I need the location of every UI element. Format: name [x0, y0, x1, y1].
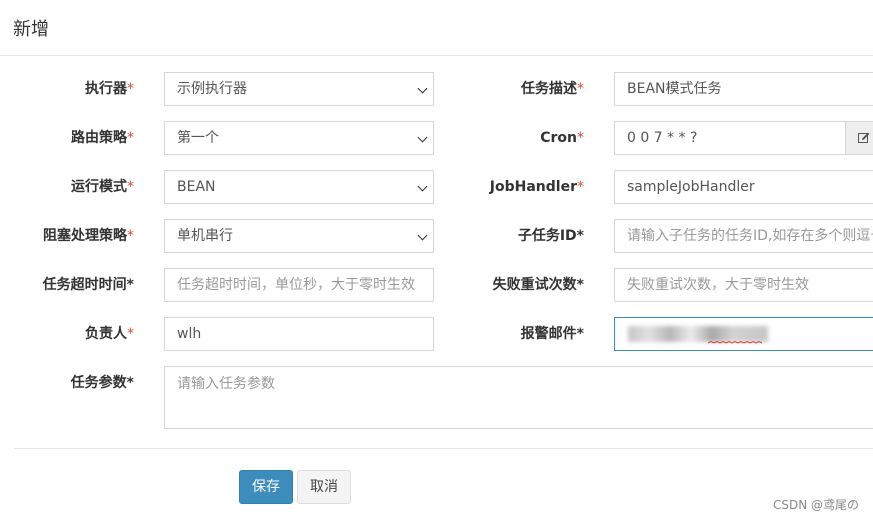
- executor-param-label: 任务参数*: [70, 375, 134, 391]
- cron-edit-button[interactable]: [846, 121, 873, 155]
- block-strategy-label: 阻塞处理策略*: [43, 228, 134, 244]
- glue-type-value: BEAN: [177, 179, 216, 195]
- block-strategy-select[interactable]: 单机串行: [164, 219, 434, 253]
- cron-input[interactable]: 0 0 7 * * ?: [614, 121, 846, 155]
- spellcheck-underline: [708, 341, 763, 344]
- timeout-input[interactable]: 任务超时时间，单位秒，大于零时生效: [164, 268, 434, 302]
- fail-retry-label: 失败重试次数*: [492, 277, 584, 293]
- fail-retry-placeholder: 失败重试次数，大于零时生效: [627, 277, 809, 293]
- child-job-id-input[interactable]: 请输入子任务的任务ID,如存在多个则逗号分隔: [614, 219, 873, 253]
- glue-type-label: 运行模式*: [71, 179, 134, 195]
- executor-select-value: 示例执行器: [177, 81, 247, 97]
- block-strategy-value: 单机串行: [177, 228, 233, 244]
- chevron-down-icon: [417, 132, 428, 143]
- modal-header: 新增: [0, 0, 873, 56]
- chevron-down-icon: [417, 83, 428, 94]
- glue-type-select[interactable]: BEAN: [164, 170, 434, 204]
- divider: [14, 448, 873, 449]
- modal-title: 新增: [13, 19, 49, 40]
- executor-param-textarea[interactable]: 请输入任务参数: [164, 366, 873, 429]
- executor-label: 执行器*: [85, 81, 134, 97]
- job-desc-label: 任务描述*: [521, 81, 584, 97]
- chevron-down-icon: [417, 230, 428, 241]
- job-desc-input[interactable]: BEAN模式任务: [614, 72, 873, 106]
- cron-value: 0 0 7 * * ?: [627, 130, 698, 146]
- author-value: wlh: [177, 326, 202, 342]
- job-handler-input[interactable]: sampleJobHandler: [614, 170, 873, 204]
- job-handler-label: JobHandler*: [489, 179, 584, 195]
- job-handler-value: sampleJobHandler: [627, 179, 755, 195]
- job-desc-value: BEAN模式任务: [627, 81, 722, 97]
- executor-param-placeholder: 请输入任务参数: [177, 376, 275, 392]
- save-button[interactable]: 保存: [239, 470, 293, 504]
- child-job-id-placeholder: 请输入子任务的任务ID,如存在多个则逗号分隔: [627, 228, 873, 244]
- edit-icon: [858, 132, 870, 143]
- cron-label: Cron*: [540, 130, 584, 146]
- redacted-email: [628, 326, 768, 342]
- alarm-email-label: 报警邮件*: [520, 326, 584, 342]
- timeout-placeholder: 任务超时时间，单位秒，大于零时生效: [177, 277, 415, 293]
- route-strategy-select[interactable]: 第一个: [164, 121, 434, 155]
- chevron-down-icon: [417, 181, 428, 192]
- author-label: 负责人*: [85, 326, 134, 342]
- child-job-id-label: 子任务ID*: [517, 228, 584, 244]
- timeout-label: 任务超时时间*: [42, 277, 134, 293]
- watermark: CSDN @鸢尾の: [772, 498, 859, 512]
- route-strategy-label: 路由策略*: [71, 130, 134, 146]
- cancel-button[interactable]: 取消: [297, 470, 351, 504]
- route-strategy-value: 第一个: [177, 130, 219, 146]
- author-input[interactable]: wlh: [164, 317, 434, 351]
- executor-select[interactable]: 示例执行器: [164, 72, 434, 106]
- fail-retry-input[interactable]: 失败重试次数，大于零时生效: [614, 268, 873, 302]
